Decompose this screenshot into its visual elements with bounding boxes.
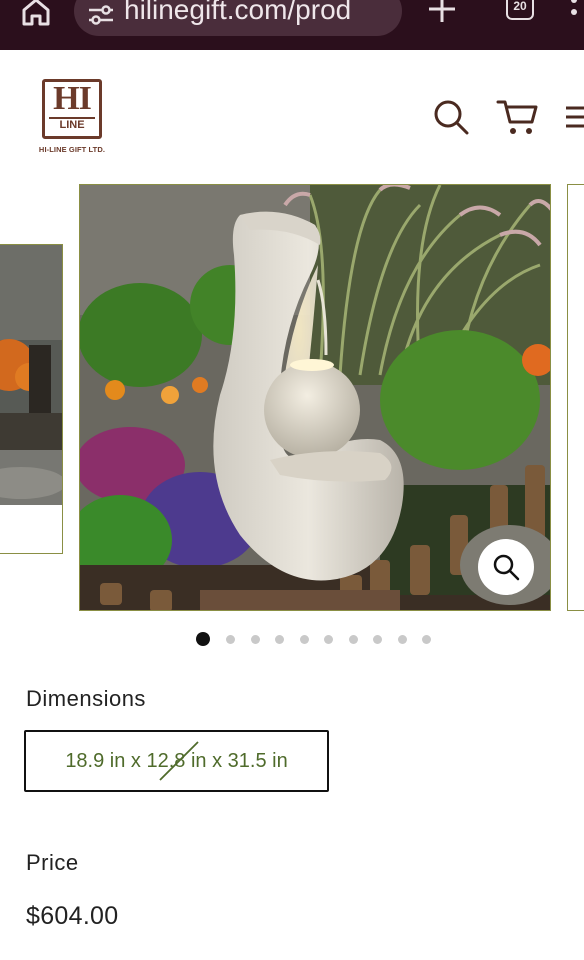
logo-emblem: HI LINE [42, 79, 102, 139]
pagination-dot[interactable] [348, 635, 358, 644]
pagination-dot[interactable] [275, 635, 284, 644]
browser-toolbar: hilinegift.com/prod 20 [0, 0, 584, 50]
pagination-dot[interactable] [324, 635, 333, 644]
pagination-dot[interactable] [250, 635, 260, 644]
brand-logo[interactable]: HI LINE HI-LINE GIFT LTD. [30, 75, 114, 165]
tab-count: 20 [513, 0, 527, 13]
previous-slide[interactable] [0, 244, 63, 554]
home-icon[interactable] [18, 0, 54, 30]
pagination-dot[interactable] [397, 635, 407, 644]
logo-mark: HI [53, 80, 92, 117]
url-text[interactable]: hilinegift.com/prod [124, 0, 351, 26]
hamburger-menu-icon[interactable] [562, 102, 584, 132]
price-value: $604.00 [26, 902, 119, 930]
price-label: Price [26, 850, 79, 875]
pagination-dot[interactable] [226, 635, 235, 644]
zoom-icon [493, 554, 520, 581]
zoom-button[interactable] [478, 539, 534, 595]
fountain-photo [80, 185, 550, 610]
next-slide[interactable] [567, 184, 584, 611]
main-product-slide[interactable] [79, 184, 551, 611]
cart-icon[interactable] [496, 96, 540, 138]
unavailable-strike-icon [159, 741, 199, 781]
logo-word: LINE [49, 117, 95, 133]
search-icon[interactable] [432, 98, 470, 136]
dimensions-label: Dimensions [26, 686, 146, 711]
more-icon[interactable] [558, 0, 584, 26]
pagination-dot-active[interactable] [196, 632, 210, 646]
dimension-option-button[interactable]: 18.9 in x 12.8 in x 31.5 in [24, 730, 329, 792]
previous-product-photo [0, 245, 62, 553]
pagination-dot[interactable] [373, 635, 382, 644]
address-bar[interactable]: hilinegift.com/prod [74, 0, 402, 36]
pagination-dot[interactable] [422, 635, 431, 644]
logo-subtitle: HI-LINE GIFT LTD. [38, 145, 106, 154]
pagination-dot[interactable] [299, 635, 309, 644]
tabs-icon[interactable]: 20 [506, 0, 534, 20]
tune-icon[interactable] [86, 0, 116, 30]
site-header: HI LINE HI-LINE GIFT LTD. [0, 50, 584, 184]
plus-icon[interactable] [426, 0, 458, 26]
